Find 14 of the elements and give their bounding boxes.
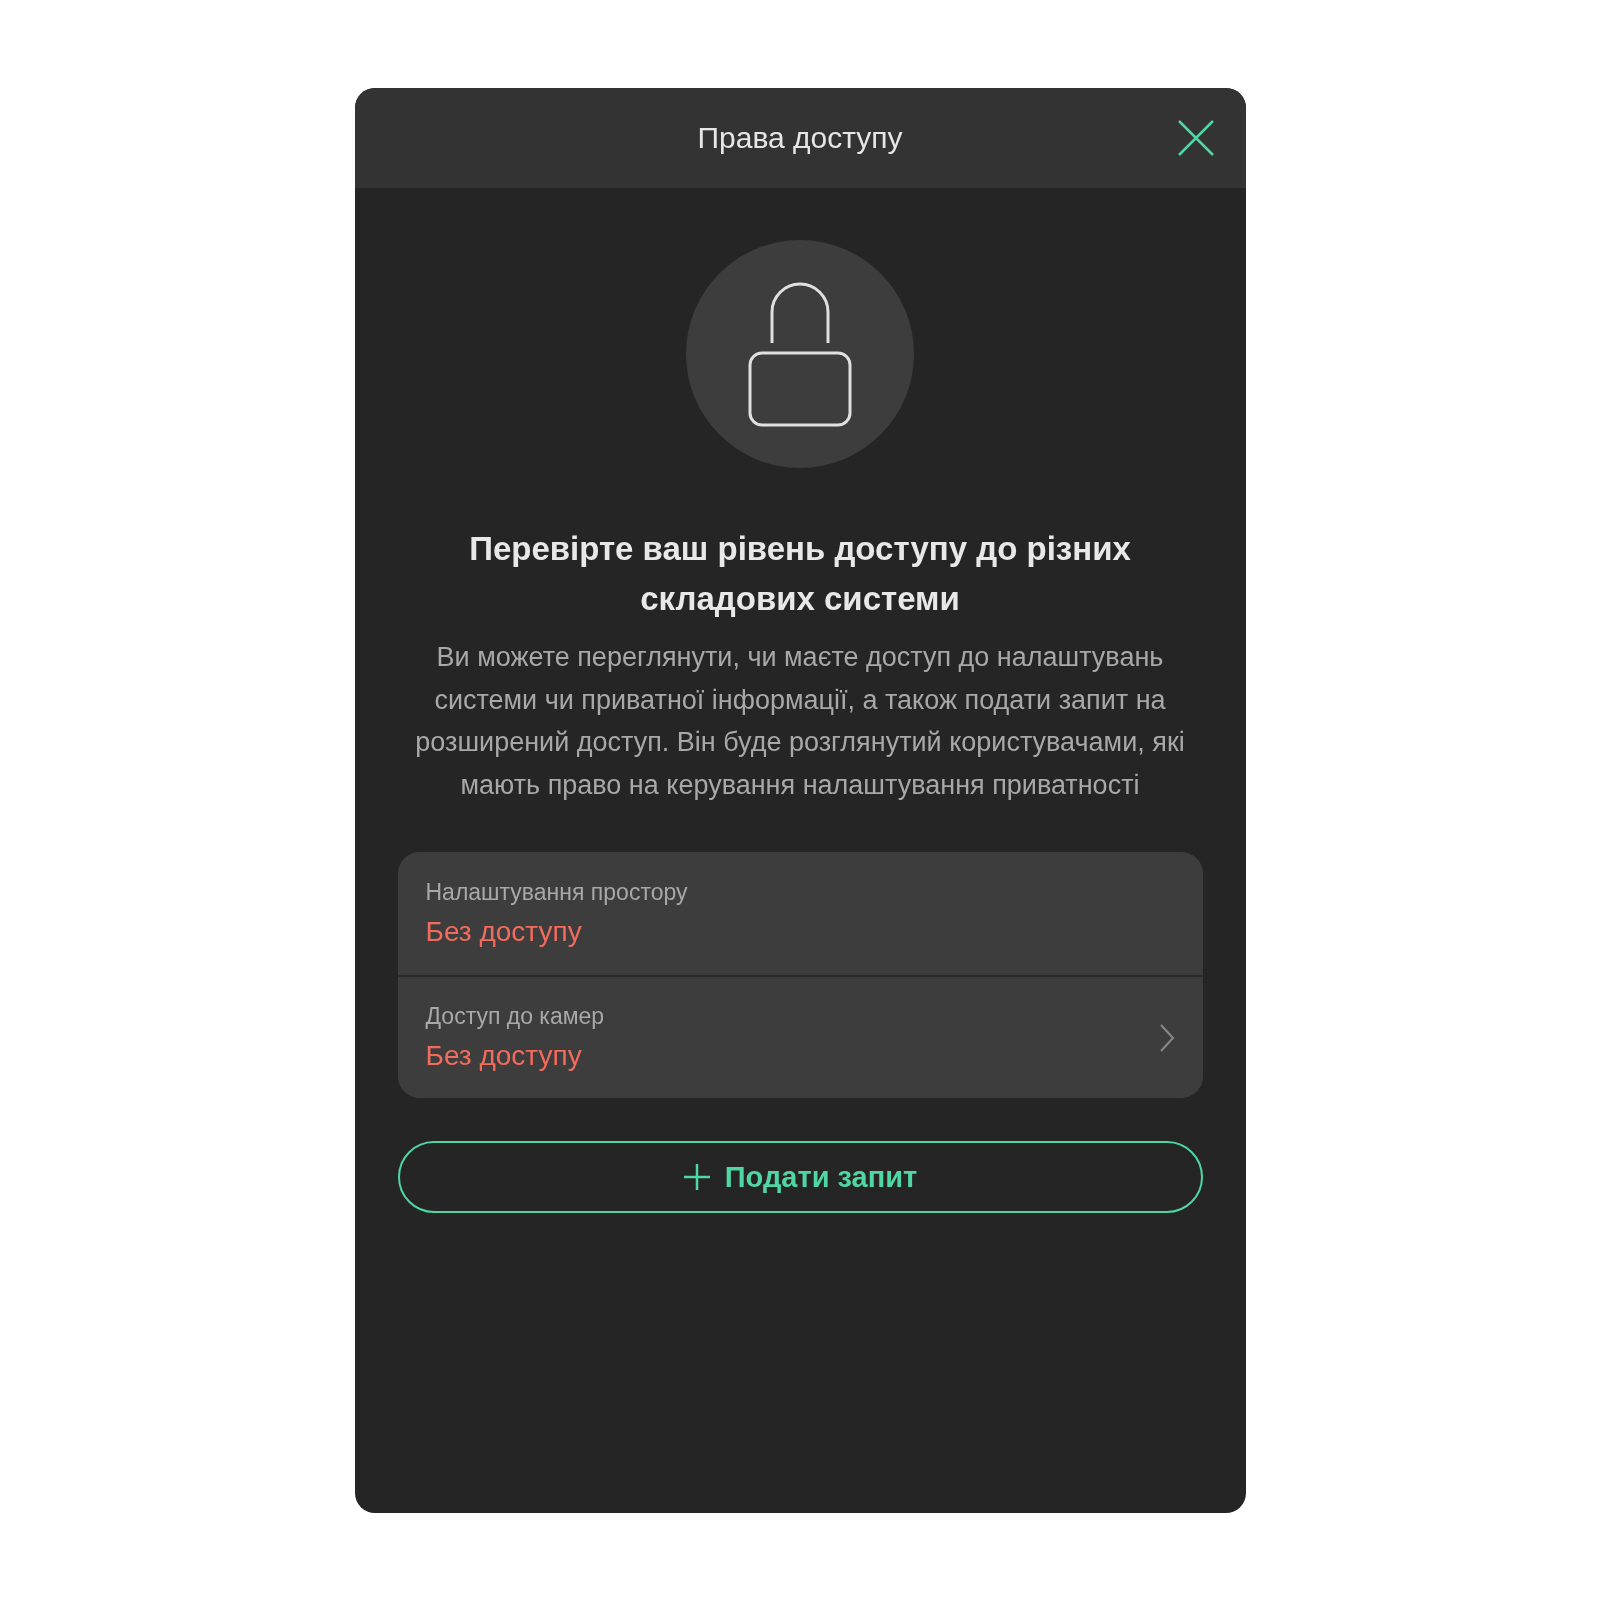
- permission-status: Без доступу: [425, 916, 583, 948]
- padlock-icon: [748, 281, 852, 427]
- permission-status: Без доступу: [425, 1040, 583, 1072]
- plus-icon: [682, 1163, 711, 1191]
- permission-row[interactable]: Доступ до камер Без доступу: [397, 975, 1203, 1098]
- dialog-title: Права доступу: [697, 121, 903, 155]
- permission-label: Доступ до камер: [425, 1003, 606, 1030]
- close-button[interactable]: [1175, 118, 1216, 158]
- close-icon: [1175, 118, 1216, 158]
- permission-label: Налаштування простору: [425, 879, 689, 906]
- chevron-icon: [1158, 1022, 1175, 1053]
- description: Ви можете переглянути, чи маєте доступ до налаштувань системи чи приватної інформації, а також подати запит на розширений доступ. Він буде розглянутий користувачами, які мають право на керування налаштування приватності: [414, 641, 1186, 802]
- request-button[interactable]: Подати запит: [397, 1141, 1203, 1213]
- heading: Перевірте ваш рівень доступу до різних складових системи: [468, 529, 1132, 619]
